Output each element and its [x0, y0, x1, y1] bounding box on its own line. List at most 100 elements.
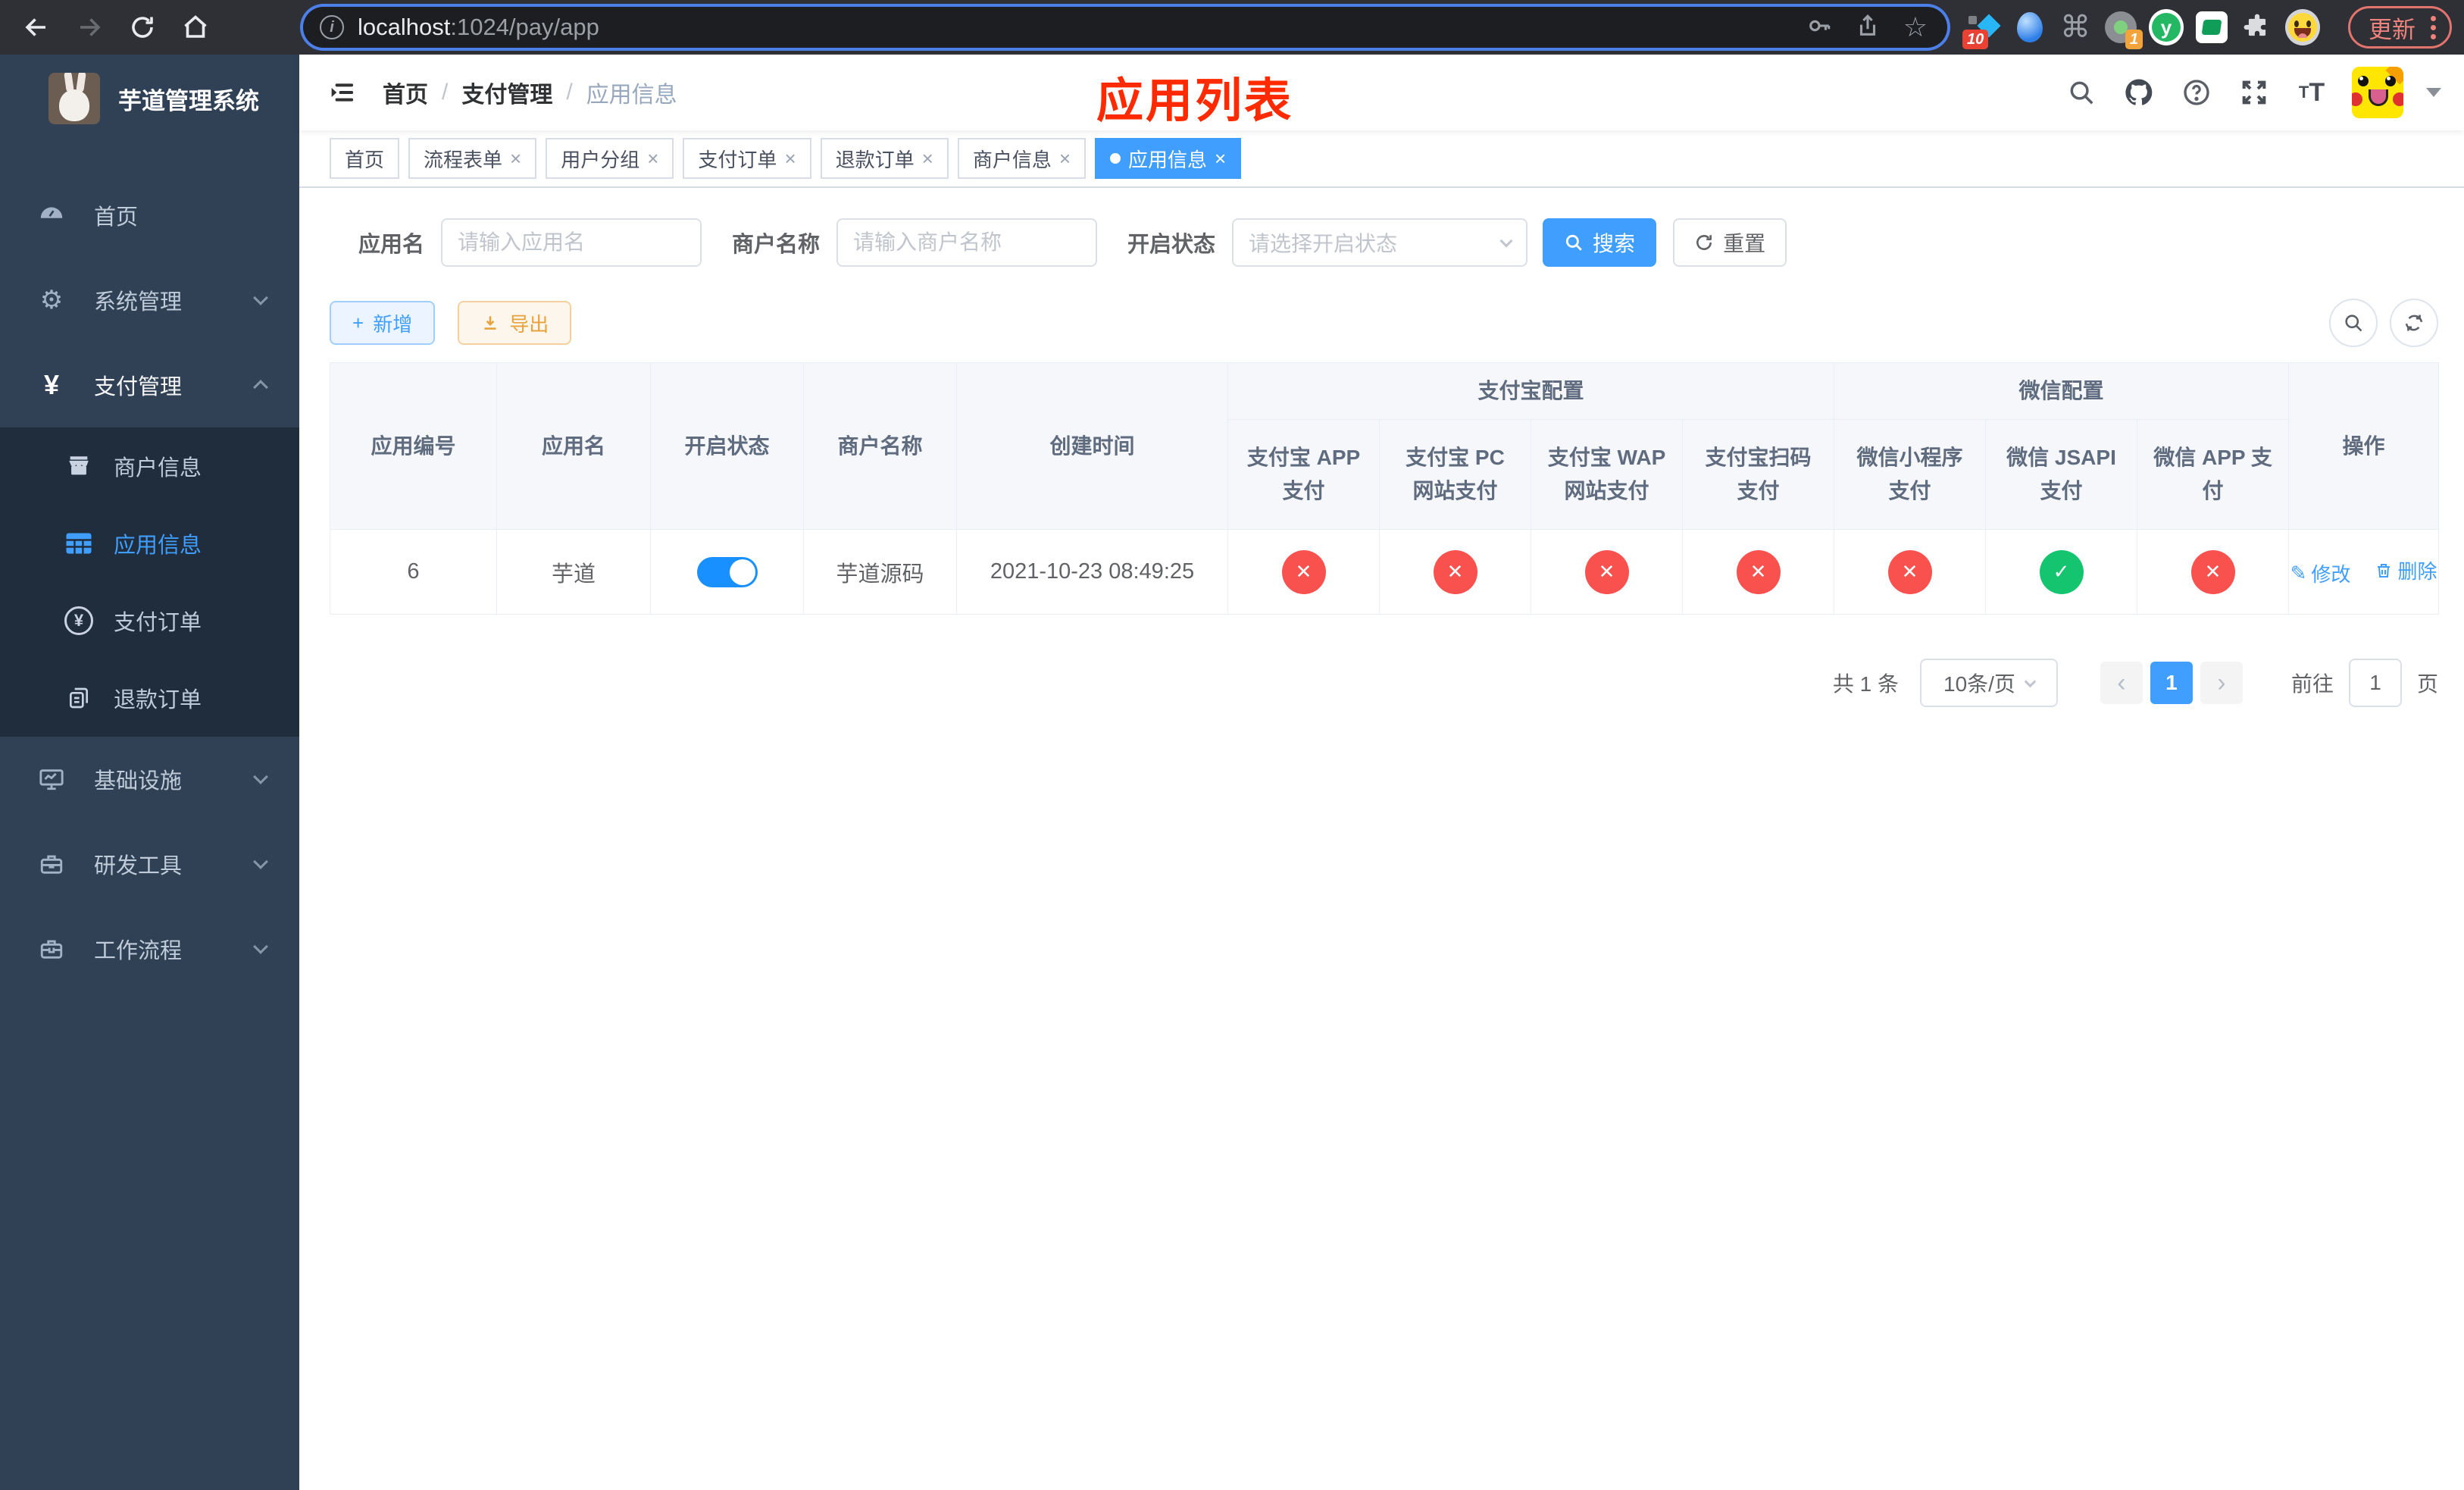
cell-alipay-pc: ✕	[1379, 529, 1531, 615]
forward-icon[interactable]	[73, 11, 106, 44]
close-icon[interactable]: ×	[922, 147, 933, 171]
app-title: 芋道管理系统	[118, 87, 259, 114]
delete-link[interactable]: 删除	[2375, 556, 2437, 584]
sidebar-item-dev-tools[interactable]: 研发工具	[0, 822, 299, 906]
user-avatar[interactable]	[2352, 67, 2403, 118]
sidebar-item-app-info[interactable]: 应用信息	[0, 505, 299, 582]
status-toggle[interactable]	[696, 556, 758, 587]
extension-recorder-icon[interactable]: 1	[2103, 10, 2143, 49]
extension-balloon-icon[interactable]	[2012, 10, 2047, 45]
browser-menu-icon[interactable]	[2431, 15, 2436, 39]
close-icon[interactable]: ×	[784, 147, 796, 171]
sidebar-collapse-icon[interactable]	[325, 76, 358, 109]
active-dot-icon	[1110, 153, 1121, 164]
share-icon[interactable]	[1855, 13, 1881, 42]
tab-merchant-info[interactable]: 商户信息 ×	[957, 138, 1087, 179]
prev-page-button[interactable]: ‹	[2100, 662, 2143, 704]
font-size-icon[interactable]: TT	[2294, 75, 2329, 110]
tab-app-info[interactable]: 应用信息 ×	[1095, 138, 1242, 179]
refresh-table-button[interactable]	[2390, 299, 2438, 347]
search-icon	[2345, 315, 2362, 332]
tab-user-group[interactable]: 用户分组 ×	[546, 138, 674, 179]
status-fail-icon: ✕	[1887, 549, 1932, 594]
chevron-down-icon	[1499, 234, 1513, 248]
avatar-caret-icon[interactable]	[2426, 88, 2441, 97]
grid-icon	[59, 531, 98, 556]
status-fail-icon: ✕	[2190, 549, 2235, 594]
breadcrumb-payment[interactable]: 支付管理	[461, 76, 552, 109]
tab-pay-orders[interactable]: 支付订单 ×	[683, 138, 811, 179]
edit-link[interactable]: ✎ 修改	[2290, 559, 2351, 587]
sidebar-item-system[interactable]: ⚙ 系统管理	[0, 258, 299, 343]
sidebar-item-payment[interactable]: ¥ 支付管理	[0, 343, 299, 427]
status-ok-icon: ✓	[2039, 549, 2084, 594]
breadcrumb-home[interactable]: 首页	[383, 76, 428, 109]
breadcrumb: 首页 / 支付管理 / 应用信息	[383, 55, 677, 130]
close-icon[interactable]: ×	[510, 147, 521, 171]
app-name-input[interactable]	[441, 218, 702, 267]
tab-refund-orders[interactable]: 退款订单 ×	[820, 138, 949, 179]
next-page-button[interactable]: ›	[2200, 662, 2243, 704]
search-icon[interactable]	[2064, 75, 2099, 110]
merchant-name-input[interactable]	[836, 218, 1098, 267]
back-icon[interactable]	[20, 11, 53, 44]
close-icon[interactable]: ×	[1215, 147, 1226, 171]
goto-page-input[interactable]	[2348, 659, 2402, 707]
close-icon[interactable]: ×	[1059, 147, 1071, 171]
address-bar[interactable]: i localhost:1024/pay/app ☆	[303, 7, 1947, 48]
monitor-icon	[30, 766, 73, 792]
extension-badge: 10	[1962, 30, 1989, 49]
table-toolbar: + 新增 导出	[330, 299, 2438, 347]
cell-operation: ✎ 修改 删除	[2288, 529, 2440, 615]
sidebar-item-merchant-info[interactable]: 商户信息	[0, 427, 299, 505]
sidebar-item-workflow[interactable]: 工作流程	[0, 906, 299, 991]
extensions-puzzle-icon[interactable]	[2240, 10, 2275, 45]
page-info-icon[interactable]: i	[320, 15, 344, 39]
sidebar-item-refund-orders[interactable]: 退款订单	[0, 659, 299, 737]
export-button[interactable]: 导出	[458, 301, 572, 345]
fullscreen-icon[interactable]	[2237, 75, 2272, 110]
reload-icon[interactable]	[126, 11, 159, 44]
profile-emoji-avatar[interactable]	[2285, 9, 2320, 45]
search-button[interactable]: 搜索	[1543, 218, 1657, 267]
extension-command-icon[interactable]: ⌘	[2058, 10, 2093, 45]
dashboard-icon	[30, 202, 73, 229]
tab-process-form[interactable]: 流程表单 ×	[408, 138, 537, 179]
tab-home[interactable]: 首页	[330, 138, 400, 179]
status-select[interactable]: 请选择开启状态	[1232, 218, 1528, 267]
extension-chat-icon[interactable]	[2194, 10, 2229, 45]
status-fail-icon: ✕	[1281, 549, 1326, 594]
logo-rabbit-image	[48, 73, 100, 124]
screen: i localhost:1024/pay/app ☆ 10 ⌘ 1 y 更新 芋…	[0, 0, 2464, 1490]
col-operation: 操作	[2288, 362, 2440, 530]
sidebar-item-home[interactable]: 首页	[0, 173, 299, 258]
extension-yuque-icon[interactable]: y	[2149, 9, 2184, 45]
cell-wx-app: ✕	[2137, 529, 2290, 615]
trash-icon	[2378, 563, 2391, 578]
github-icon[interactable]	[2122, 75, 2156, 110]
home-icon[interactable]	[179, 11, 212, 44]
browser-update-button[interactable]: 更新	[2348, 6, 2452, 49]
page-size-select[interactable]: 10条/页	[1919, 659, 2058, 707]
gear-icon: ⚙	[39, 286, 64, 315]
goto-label: 前往	[2290, 672, 2334, 696]
page-number-active[interactable]: 1	[2150, 662, 2193, 704]
toggle-search-button[interactable]	[2329, 299, 2378, 347]
add-button[interactable]: + 新增	[330, 301, 436, 345]
chevron-down-icon	[253, 939, 268, 954]
total-count: 共 1 条	[1832, 672, 1899, 696]
extension-diamond-icon[interactable]: 10	[1962, 10, 2002, 49]
col-create-time: 创建时间	[956, 362, 1228, 530]
cell-wx-jsapi: ✓	[1985, 529, 2138, 615]
bookmark-star-icon[interactable]: ☆	[1903, 14, 1928, 41]
sidebar: 芋道管理系统 首页 ⚙ 系统管理 ¥ 支付管理 商户信息 应用信息 ¥ 支付订单…	[0, 55, 299, 1490]
sidebar-logo[interactable]: 芋道管理系统	[0, 55, 299, 142]
sidebar-item-pay-orders[interactable]: ¥ 支付订单	[0, 582, 299, 659]
search-icon	[1565, 234, 1582, 251]
reset-button[interactable]: 重置	[1673, 218, 1787, 267]
close-icon[interactable]: ×	[647, 147, 658, 171]
help-icon[interactable]	[2179, 75, 2214, 110]
password-key-icon[interactable]	[1806, 13, 1832, 42]
sidebar-item-infrastructure[interactable]: 基础设施	[0, 737, 299, 822]
cell-alipay-qr: ✕	[1681, 529, 1835, 615]
